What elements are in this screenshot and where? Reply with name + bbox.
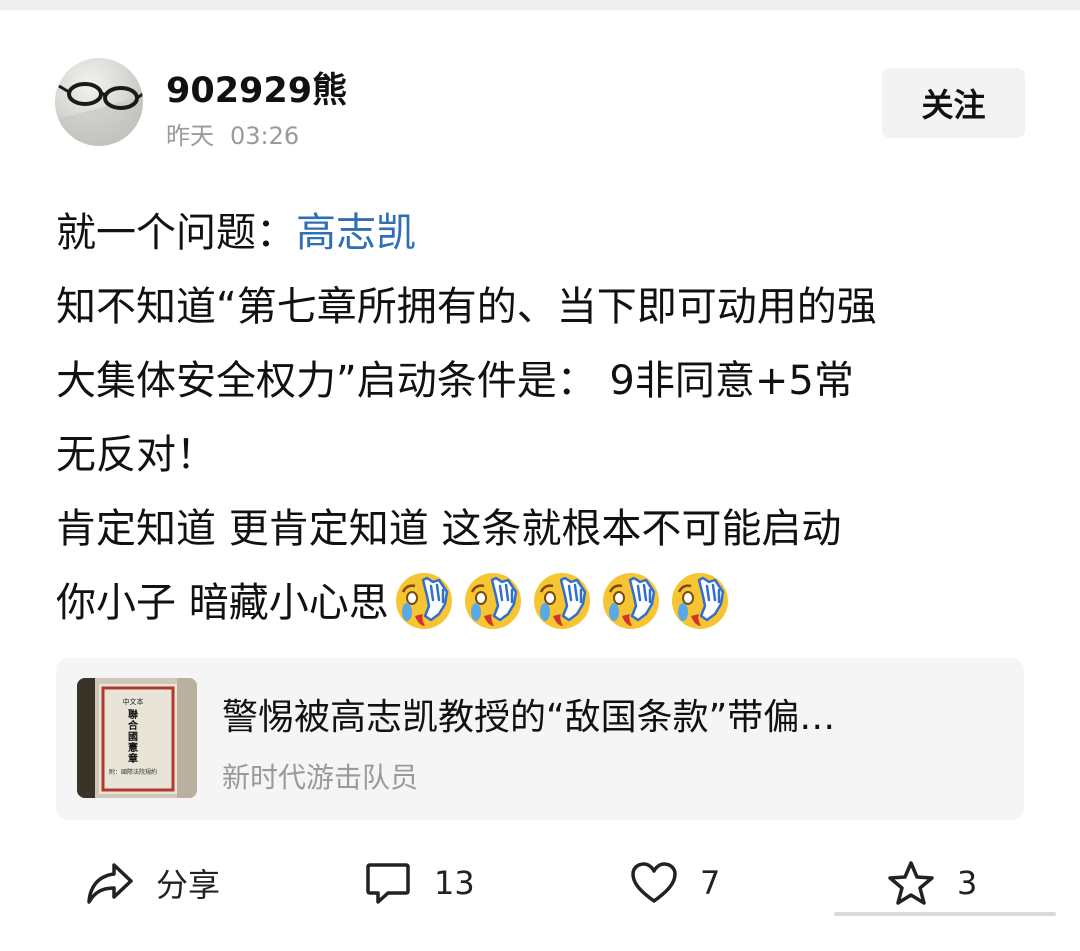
facepalm-crying-emoji xyxy=(600,570,662,632)
card-thumbnail: 中文本 聯合國憲章 附：國際法院規約 xyxy=(77,678,197,798)
facepalm-crying-emoji xyxy=(462,570,524,632)
share-arrow-icon xyxy=(87,863,133,904)
home-indicator xyxy=(834,912,1056,916)
thumb-title-char: 憲 xyxy=(127,741,138,754)
thumb-small-text: 中文本 xyxy=(123,697,144,706)
thumb-title-char: 國 xyxy=(128,731,138,743)
link-card[interactable]: 中文本 聯合國憲章 附：國際法院規約 警惕被高志凯教授的“敌国条款”带偏… 新时… xyxy=(56,658,1024,820)
favorite-count: 3 xyxy=(957,864,978,902)
card-title: 警惕被高志凯教授的“敌国条款”带偏… xyxy=(222,697,836,738)
body-line-6: 你小子 暗藏小心思 xyxy=(56,566,1046,640)
body-line-3: 大集体安全权力”启动条件是： 9非同意+5常 xyxy=(56,358,854,404)
body-line-4: 无反对！ xyxy=(56,432,216,478)
facepalm-crying-emoji xyxy=(531,570,593,632)
comment-bubble-icon xyxy=(366,863,410,904)
post-screen: 902929熊 昨天 03:26 关注 就一个问题：高志凯 知不知道“第七章所拥有… xyxy=(0,0,1080,951)
thumb-title-text: 聯合國憲章 xyxy=(127,708,139,765)
body-line-2: 知不知道“第七章所拥有的、当下即可动用的强 xyxy=(56,284,877,330)
comment-button[interactable]: 13 xyxy=(364,855,475,911)
comment-count: 13 xyxy=(434,864,475,902)
avatar[interactable] xyxy=(55,58,143,146)
follow-button[interactable]: 关注 xyxy=(882,68,1025,138)
glasses-icon xyxy=(55,82,143,146)
book-cover-image: 中文本 聯合國憲章 附：國際法院規約 xyxy=(77,678,197,798)
mention-link[interactable]: 高志凯 xyxy=(296,210,416,256)
thumb-title-char: 章 xyxy=(128,752,138,765)
body-line-1-text: 就一个问题： xyxy=(56,210,296,256)
post-timestamp: 昨天 03:26 xyxy=(166,116,299,151)
post-day: 昨天 xyxy=(166,122,214,150)
share-button[interactable]: 分享 xyxy=(86,855,220,911)
facepalm-crying-emoji xyxy=(393,570,455,632)
post-time: 03:26 xyxy=(230,122,300,150)
heart-icon xyxy=(631,862,677,903)
thumb-title-char: 聯 xyxy=(128,708,138,721)
emoji-row xyxy=(393,568,738,642)
body-line-6-text: 你小子 暗藏小心思 xyxy=(56,580,389,626)
like-count: 7 xyxy=(700,864,721,902)
body-line-1: 就一个问题：高志凯 xyxy=(56,196,1046,270)
post-body: 就一个问题：高志凯 知不知道“第七章所拥有的、当下即可动用的强 大集体安全权力”… xyxy=(56,196,1046,640)
favorite-button[interactable]: 3 xyxy=(887,855,977,911)
body-line-5: 肯定知道 更肯定知道 这条就根本不可能启动 xyxy=(56,506,842,552)
star-icon xyxy=(888,861,934,905)
facepalm-crying-emoji xyxy=(669,570,731,632)
author-name[interactable]: 902929熊 xyxy=(166,62,347,113)
thumb-title-char: 合 xyxy=(127,719,139,732)
top-divider xyxy=(0,0,1080,10)
share-label: 分享 xyxy=(156,866,221,904)
like-button[interactable]: 7 xyxy=(630,855,720,911)
card-source: 新时代游击队员 xyxy=(222,761,419,794)
thumb-sub-text: 附：國際法院規約 xyxy=(109,768,157,776)
